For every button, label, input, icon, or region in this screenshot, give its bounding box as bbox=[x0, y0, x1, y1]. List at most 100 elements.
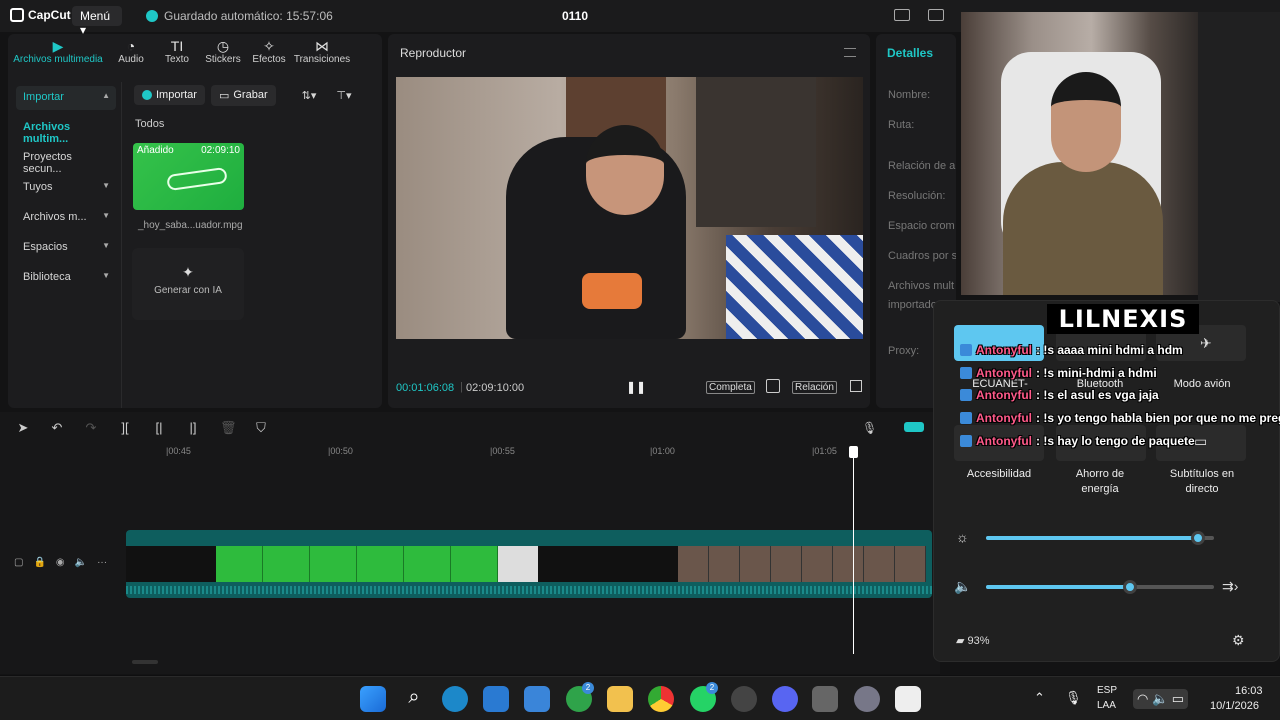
menu-button[interactable]: Menú ▾ bbox=[72, 6, 122, 37]
thumb-duration: 02:09:10 bbox=[201, 145, 240, 156]
fullscreen-icon[interactable] bbox=[850, 380, 862, 392]
brightness-slider[interactable] bbox=[986, 531, 1214, 545]
gear-icon[interactable]: ⚙ bbox=[1232, 632, 1245, 649]
sidebar-item-secondary[interactable]: Proyectos secun... bbox=[16, 146, 116, 175]
tab-text[interactable]: TI Texto bbox=[154, 34, 200, 74]
playhead-line[interactable] bbox=[853, 448, 854, 654]
link-toggle[interactable] bbox=[904, 422, 924, 432]
start-icon[interactable] bbox=[360, 686, 386, 712]
sidebar-item-label: Proyectos secun... bbox=[23, 151, 72, 175]
generate-ai-card[interactable]: ✦ Generar con IA bbox=[132, 248, 244, 320]
time-ruler[interactable]: |00:45 |00:50 |00:55 |01:00 |01:05 bbox=[126, 446, 940, 458]
full-quality-button[interactable]: Completa bbox=[706, 381, 755, 394]
import-button[interactable]: Importar bbox=[134, 85, 205, 105]
chrome-icon[interactable] bbox=[648, 686, 674, 712]
clip-frame bbox=[864, 546, 895, 582]
tab-media[interactable]: ▶ Archivos multimedia bbox=[8, 34, 108, 74]
snapshot-icon[interactable] bbox=[766, 379, 780, 393]
video-preview[interactable] bbox=[396, 77, 863, 339]
player-panel: Reproductor 00:01:06:08 | 02:09:10:00 ❚❚… bbox=[388, 34, 870, 408]
layout-icon[interactable] bbox=[894, 9, 910, 21]
keyboard-layout[interactable]: LAA bbox=[1097, 700, 1116, 711]
media-thumbnail[interactable]: Añadido 02:09:10 bbox=[133, 143, 244, 210]
edge-icon[interactable] bbox=[442, 686, 468, 712]
clip-frame bbox=[310, 546, 357, 582]
import-label: Importar bbox=[156, 89, 197, 101]
tab-label: Efectos bbox=[252, 54, 286, 65]
filter-icon[interactable]: ⊤▾ bbox=[336, 89, 351, 102]
sort-icon[interactable]: ⇅▾ bbox=[302, 89, 317, 102]
audio-output-icon[interactable]: ⇉› bbox=[1222, 578, 1238, 595]
microphone-icon[interactable]: 🎙 bbox=[862, 421, 877, 435]
sidebar-item-media[interactable]: Archivos multim... bbox=[16, 116, 116, 145]
capcut-logo: CapCut bbox=[10, 8, 71, 22]
microphone-icon[interactable]: 🎙 bbox=[1065, 690, 1082, 706]
discord-icon[interactable] bbox=[772, 686, 798, 712]
project-title[interactable]: 0110 bbox=[562, 9, 588, 23]
all-label[interactable]: Todos bbox=[135, 118, 164, 130]
tab-effects[interactable]: ✧ Efectos bbox=[246, 34, 292, 74]
search-icon[interactable]: ⌕ bbox=[401, 686, 427, 712]
clip-frame bbox=[538, 546, 678, 582]
battery-status[interactable]: ▰ 93% bbox=[956, 634, 990, 647]
ratio-button[interactable]: Relación bbox=[792, 381, 837, 394]
lock-icon[interactable]: 🔒 bbox=[33, 557, 45, 568]
chat-message: Antonyful: !s hay lo tengo de paquete bbox=[960, 431, 1195, 451]
tab-transitions[interactable]: ⋈ Transiciones bbox=[292, 34, 352, 74]
clip-frame bbox=[709, 546, 740, 582]
speaker-icon[interactable]: 🔈 bbox=[75, 557, 87, 568]
store-icon[interactable] bbox=[483, 686, 509, 712]
video-track-clip[interactable] bbox=[126, 530, 932, 598]
sticker-icon: ◷ bbox=[216, 38, 230, 54]
tab-stickers[interactable]: ◷ Stickers bbox=[200, 34, 246, 74]
delete-icon[interactable]: 🗑 bbox=[220, 420, 237, 436]
menu-icon[interactable] bbox=[844, 48, 856, 57]
sidebar-item-import[interactable]: Importar ▲ bbox=[16, 86, 116, 110]
pause-icon[interactable]: ❚❚ bbox=[626, 380, 646, 394]
whatsapp-icon[interactable]: 2 bbox=[690, 682, 718, 712]
clock-date[interactable]: 10/1/2026 bbox=[1210, 700, 1259, 712]
volume-slider[interactable] bbox=[986, 580, 1214, 594]
chevron-up-icon[interactable]: ⌃ bbox=[1034, 690, 1045, 706]
capcut-icon[interactable] bbox=[895, 686, 921, 712]
calendar-icon[interactable] bbox=[524, 686, 550, 712]
obs-icon[interactable] bbox=[731, 686, 757, 712]
trim-left-icon[interactable]: [| bbox=[152, 420, 166, 436]
xbox-icon[interactable]: 2 bbox=[566, 682, 594, 712]
clock-time[interactable]: 16:03 bbox=[1235, 685, 1263, 697]
app-icon[interactable] bbox=[812, 686, 838, 712]
sidebar-item-yours[interactable]: Tuyos ▼ bbox=[16, 176, 116, 200]
cover-icon[interactable]: ▢ bbox=[14, 557, 23, 568]
brightness-knob[interactable] bbox=[1191, 531, 1206, 545]
undo-icon[interactable]: ↶ bbox=[50, 420, 64, 436]
record-button[interactable]: ▭ Grabar bbox=[210, 84, 276, 106]
select-icon[interactable]: ➤ bbox=[16, 420, 30, 436]
playhead-handle[interactable] bbox=[849, 446, 858, 458]
more-icon[interactable]: ··· bbox=[97, 557, 107, 568]
wifi-icon[interactable]: ◠ 🔈 ▭ bbox=[1133, 689, 1189, 709]
chat-message: Antonyful: !s aaaa mini hdmi a hdm bbox=[960, 340, 1183, 360]
trim-right-icon[interactable]: |] bbox=[186, 420, 200, 436]
split-icon[interactable]: ][ bbox=[118, 420, 132, 436]
volume-knob[interactable] bbox=[1122, 580, 1137, 594]
clip-frame bbox=[802, 546, 833, 582]
media-icon: ▶ bbox=[52, 38, 64, 54]
chat-text: : !s el asul es vga jaja bbox=[1036, 388, 1159, 402]
sidebar-item-spaces[interactable]: Espacios ▼ bbox=[16, 236, 116, 260]
folder-icon[interactable] bbox=[607, 686, 633, 712]
redo-icon[interactable]: ↷ bbox=[84, 420, 98, 436]
sidebar-item-files[interactable]: Archivos m... ▼ bbox=[16, 206, 116, 230]
stream-chat-overlay: Antonyful: !s aaaa mini hdmi a hdm Anton… bbox=[960, 340, 1280, 452]
sidebar-item-library[interactable]: Biblioteca ▼ bbox=[16, 266, 116, 290]
eye-icon[interactable]: ◉ bbox=[56, 557, 65, 568]
settings-icon[interactable] bbox=[854, 686, 880, 712]
panel-icon[interactable] bbox=[928, 9, 944, 21]
volume-icon[interactable]: 🔈 bbox=[954, 578, 971, 595]
clip-frame bbox=[740, 546, 771, 582]
tab-audio[interactable]: ◔ Audio bbox=[108, 34, 154, 74]
record-label: Grabar bbox=[233, 89, 268, 101]
sidebar-item-label: Biblioteca bbox=[23, 271, 71, 283]
timeline-scrollbar[interactable] bbox=[132, 660, 158, 664]
marker-icon[interactable]: ⛉ bbox=[254, 420, 268, 436]
language-code[interactable]: ESP bbox=[1097, 685, 1117, 696]
